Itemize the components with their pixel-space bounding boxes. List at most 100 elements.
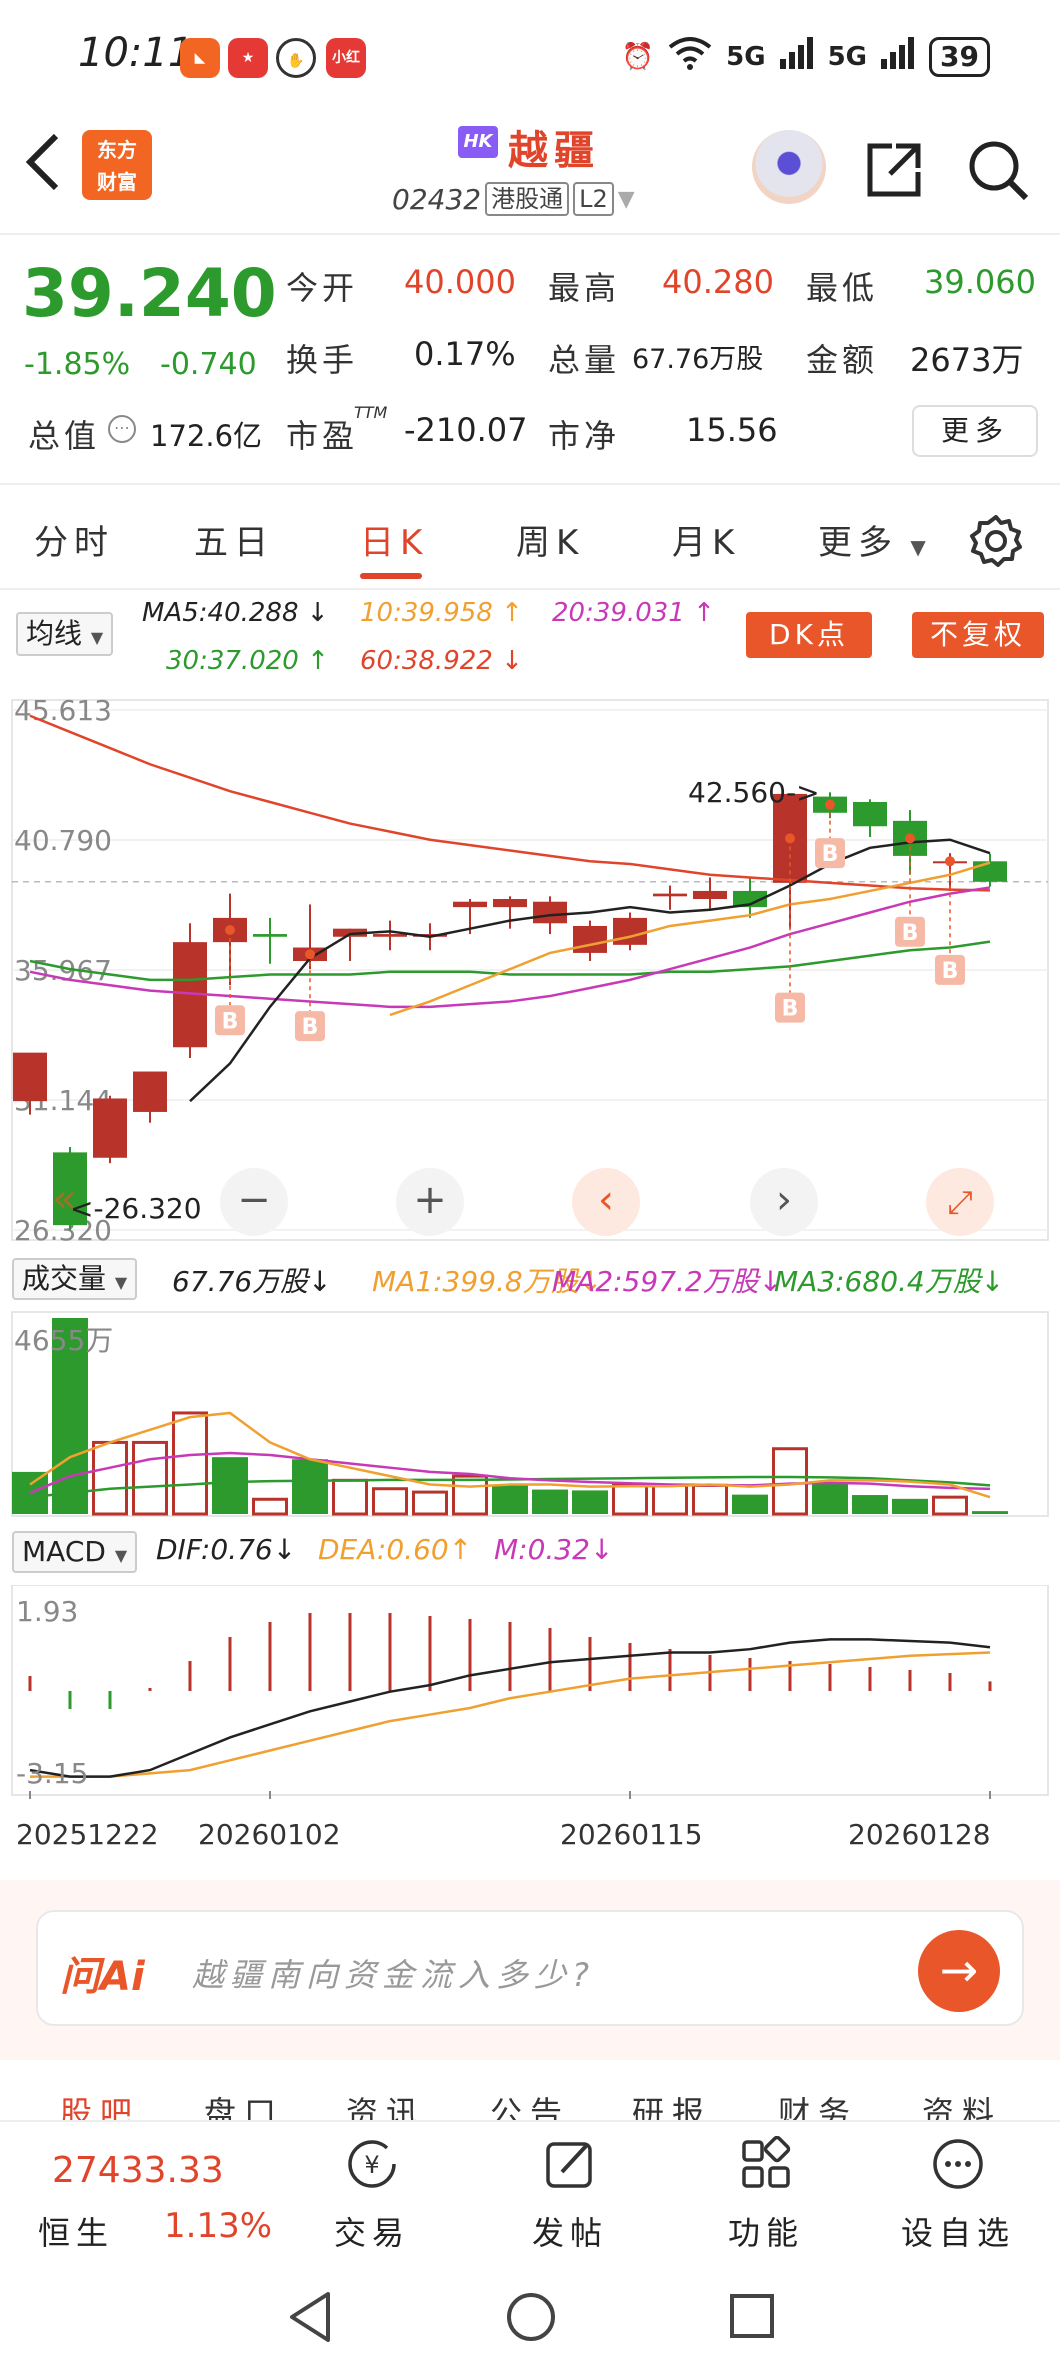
index-ticker[interactable]: 27433.33 恒生 1.13% bbox=[0, 2122, 290, 2262]
tab-five-day[interactable]: 五日 bbox=[194, 515, 274, 564]
tab-news[interactable]: 资讯 bbox=[346, 2088, 426, 2120]
volume-bar bbox=[892, 1498, 928, 1514]
tab-profile[interactable]: 资料 bbox=[922, 2088, 1002, 2120]
tab-monthly-k[interactable]: 月K bbox=[672, 515, 740, 564]
zoom-out-button[interactable]: − bbox=[220, 1168, 288, 1236]
tab-guba[interactable]: 股吧 bbox=[60, 2088, 140, 2120]
amount-label: 金额 bbox=[806, 341, 879, 379]
system-recents-icon[interactable] bbox=[728, 2292, 776, 2340]
ma20-value: 20:39.031 ↑ bbox=[552, 598, 715, 628]
info-icon[interactable]: ⋯ bbox=[108, 415, 136, 443]
volume-chart[interactable]: 4655万 bbox=[0, 1310, 1060, 1522]
macd-indicator-select[interactable]: MACD ▼ bbox=[12, 1531, 138, 1573]
stock-name: 越疆 bbox=[508, 128, 600, 174]
fullscreen-button[interactable]: ⤢ bbox=[926, 1168, 994, 1236]
dk-point-button[interactable]: DK点 bbox=[746, 612, 872, 658]
nav-trade-label: 交易 bbox=[333, 2214, 410, 2252]
candlestick-chart[interactable]: 45.61340.79035.96731.14426.320B BBBBB42.5… bbox=[0, 690, 1060, 1250]
caret-down-icon: ▼ bbox=[898, 535, 932, 559]
index-name: 恒生 bbox=[38, 2214, 115, 2252]
candle-body bbox=[693, 890, 727, 900]
volume-today: 67.76万股↓ bbox=[172, 1265, 332, 1298]
volume-label: 总量 bbox=[548, 341, 621, 379]
ai-banner: 问Ai 越疆南向资金流入多少? → bbox=[0, 1880, 1060, 2060]
tab-intraday[interactable]: 分时 bbox=[34, 515, 114, 564]
more-quote-button[interactable]: 更多 bbox=[912, 405, 1038, 457]
trade-icon: ¥ bbox=[348, 2140, 396, 2188]
volume-bar bbox=[252, 1497, 288, 1516]
logo-line-2: 财富 bbox=[97, 170, 137, 194]
candle-body bbox=[973, 861, 1007, 882]
buy-signal-label: B bbox=[302, 1015, 319, 1040]
zoom-in-button[interactable]: + bbox=[396, 1168, 464, 1236]
chart-settings-button[interactable] bbox=[968, 513, 1024, 569]
signal-dot bbox=[825, 799, 835, 810]
volume-bar bbox=[852, 1495, 888, 1514]
ai-question-box[interactable]: 问Ai 越疆南向资金流入多少? → bbox=[36, 1910, 1024, 2026]
caret-down-icon: ▼ bbox=[617, 186, 635, 212]
tab-announcements[interactable]: 公告 bbox=[490, 2088, 570, 2120]
caret-down-icon: ▼ bbox=[114, 1546, 128, 1565]
candle-body bbox=[533, 901, 567, 924]
scroll-right-button[interactable]: › bbox=[750, 1168, 818, 1236]
candle-body bbox=[373, 934, 407, 937]
back-button[interactable] bbox=[22, 132, 72, 202]
expand-icon: ⤢ bbox=[947, 1183, 973, 1221]
tab-daily-k[interactable]: 日K bbox=[360, 515, 428, 564]
status-time: 10:11 bbox=[78, 30, 194, 76]
tab-more[interactable]: 更多 ▼ bbox=[818, 515, 932, 564]
network-label-2: 5G bbox=[827, 41, 868, 72]
nav-trade[interactable]: ¥ 交易 bbox=[312, 2136, 432, 2254]
nav-add-watchlist[interactable]: 设自选 bbox=[898, 2136, 1018, 2254]
volume-bar bbox=[932, 1495, 968, 1516]
no-adjust-button[interactable]: 不复权 bbox=[912, 612, 1044, 658]
pe-superscript: TTM bbox=[354, 403, 388, 422]
ai-assistant-avatar[interactable] bbox=[752, 130, 826, 204]
min-price-label: <-26.320 bbox=[70, 1192, 202, 1225]
tab-finance[interactable]: 财务 bbox=[778, 2088, 858, 2120]
ma5-value: MA5:40.288 ↓ bbox=[142, 598, 329, 628]
volume-indicator-select[interactable]: 成交量 ▼ bbox=[12, 1258, 138, 1300]
more-icon bbox=[933, 2139, 983, 2189]
signal-dot bbox=[225, 925, 235, 936]
tab-order-book[interactable]: 盘口 bbox=[204, 2088, 284, 2120]
date-label-4: 20260128 bbox=[848, 1818, 991, 1851]
arrow-right-icon: → bbox=[939, 1943, 979, 1997]
tab-weekly-k[interactable]: 周K bbox=[516, 515, 584, 564]
nav-post[interactable]: 发帖 bbox=[510, 2136, 630, 2254]
period-tabs: 分时 五日 日K 周K 月K 更多 ▼ bbox=[0, 485, 1060, 590]
mktcap-value: 172.6亿 bbox=[150, 419, 263, 453]
low-label: 最低 bbox=[806, 269, 879, 307]
nav-add-watchlist-label: 设自选 bbox=[900, 2214, 1015, 2252]
volume-bar bbox=[692, 1483, 728, 1516]
ma-indicator-row: 均线 ▼ MA5:40.288 ↓ 10:39.958 ↑ 20:39.031 … bbox=[0, 590, 1060, 690]
system-back-icon[interactable] bbox=[286, 2290, 336, 2344]
candle-body bbox=[13, 1052, 47, 1102]
candle-body bbox=[573, 925, 607, 953]
y-tick-label: 45.613 bbox=[14, 694, 112, 727]
change-abs: -0.740 bbox=[160, 347, 257, 382]
signal-dot bbox=[945, 856, 955, 867]
stock-code-row[interactable]: 02432 港股通 L2 ▼ bbox=[392, 182, 635, 216]
macd-chart[interactable]: 1.93 -3.15 bbox=[0, 1585, 1060, 1800]
change-pct: -1.85% bbox=[24, 347, 131, 382]
scroll-left-button[interactable]: ‹ bbox=[572, 1168, 640, 1236]
nav-apps[interactable]: 功能 bbox=[706, 2135, 826, 2254]
app-logo[interactable]: 东方 财富 bbox=[82, 130, 152, 200]
caret-down-icon: ▼ bbox=[90, 628, 104, 647]
plus-icon: + bbox=[413, 1177, 447, 1223]
search-button[interactable] bbox=[966, 138, 1030, 202]
tab-research[interactable]: 研报 bbox=[632, 2088, 712, 2120]
buy-signal-label: B bbox=[942, 959, 959, 984]
system-home-icon[interactable] bbox=[504, 2290, 558, 2344]
app-icon-3: ✋ bbox=[276, 38, 316, 78]
ai-submit-button[interactable]: → bbox=[918, 1930, 1000, 2012]
mktcap-label: 总值 bbox=[28, 417, 101, 455]
main-indicator-select[interactable]: 均线 ▼ bbox=[16, 612, 114, 656]
volume-bar bbox=[212, 1457, 248, 1514]
signal-dot bbox=[785, 833, 795, 844]
share-button[interactable] bbox=[862, 138, 926, 202]
logo-line-1: 东方 bbox=[97, 138, 137, 162]
pe-value: -210.07 bbox=[404, 411, 528, 449]
bottom-nav: 27433.33 恒生 1.13% ¥ 交易 发帖 功能 设自选 bbox=[0, 2120, 1060, 2260]
